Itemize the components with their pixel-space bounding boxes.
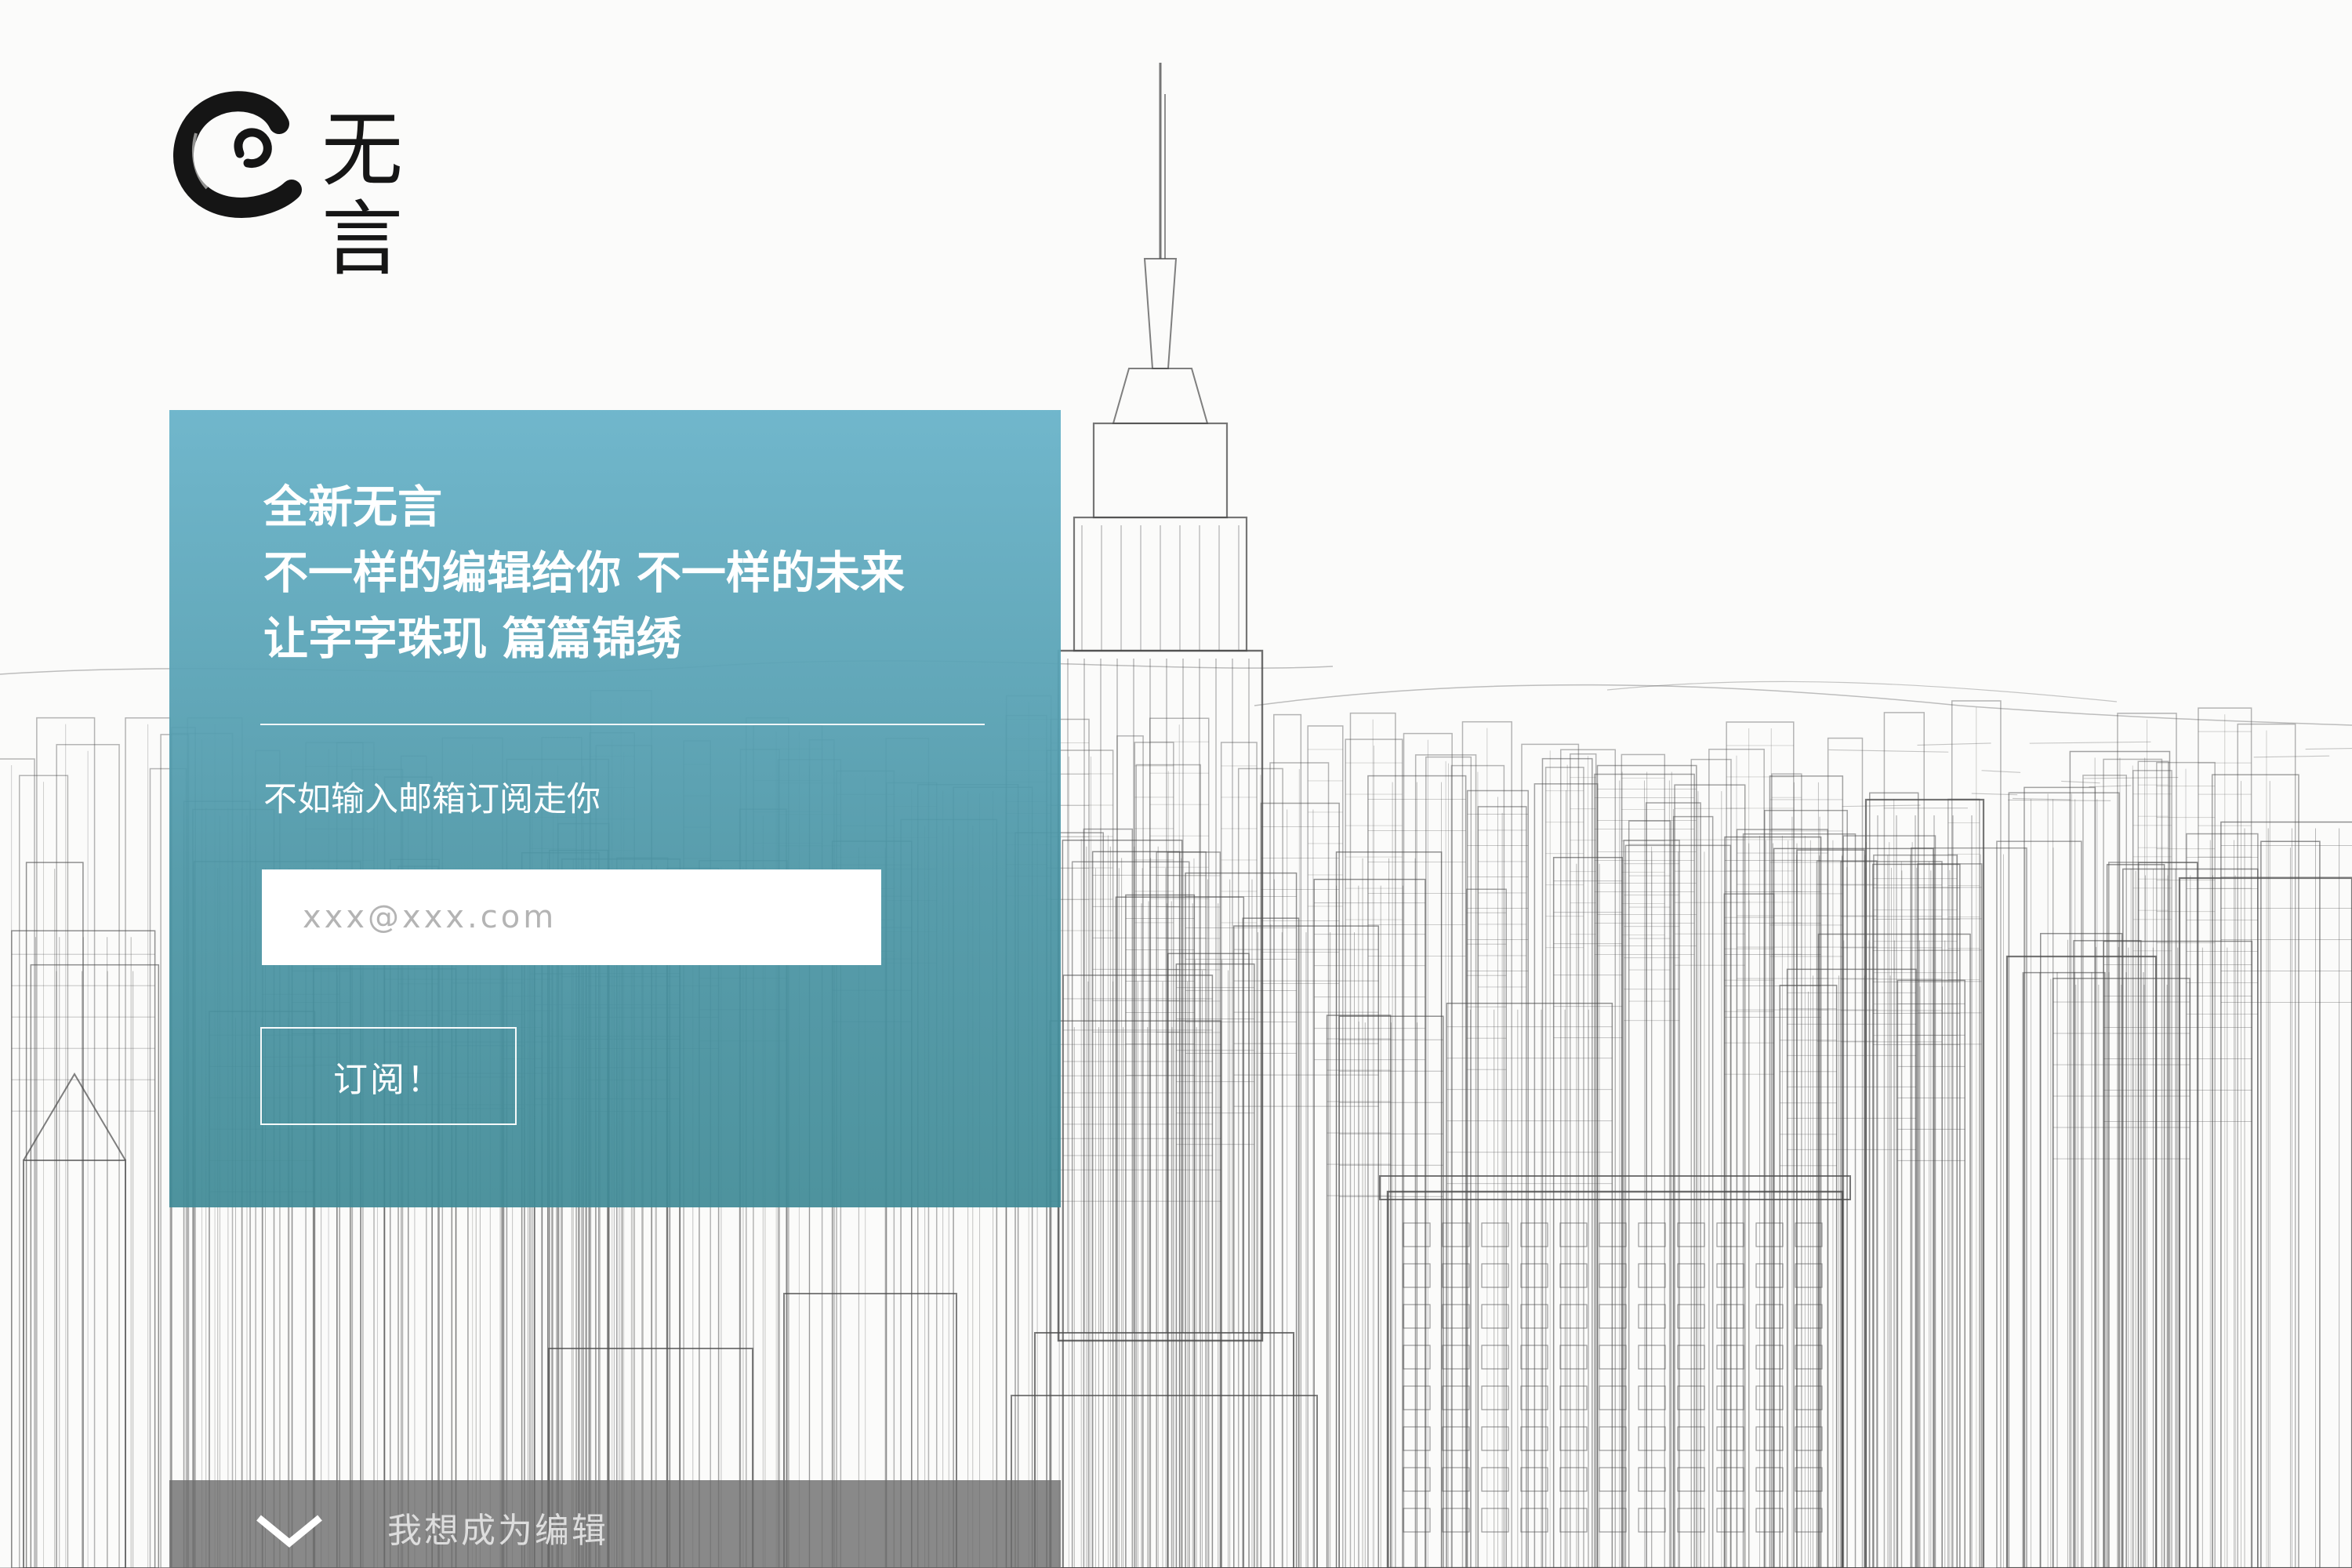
headline-line-3: 让字字珠玑 篇篇锦绣 xyxy=(263,613,681,665)
brand-name: 无言 xyxy=(321,102,418,288)
headline-line-2: 不一样的编辑给你 不一样的未来 xyxy=(263,547,905,599)
brand-logo[interactable]: 无言 xyxy=(165,78,510,285)
email-input[interactable] xyxy=(262,869,881,965)
subscribe-button[interactable]: 订阅！ xyxy=(260,1027,517,1125)
ink-swirl-icon xyxy=(173,91,302,218)
chevron-down-icon xyxy=(256,1515,322,1548)
subscribe-panel: 全新无言 不一样的编辑给你 不一样的未来 让字字珠玑 篇篇锦绣 不如输入邮箱订阅… xyxy=(169,410,1061,1207)
headline-line-1: 全新无言 xyxy=(263,481,442,533)
become-editor-link[interactable]: 我想成为编辑 xyxy=(387,1502,608,1552)
become-editor-bar[interactable]: 我想成为编辑 xyxy=(169,1480,1061,1568)
subscribe-prompt: 不如输入邮箱订阅走你 xyxy=(263,780,601,819)
headline: 全新无言 不一样的编辑给你 不一样的未来 让字字珠玑 篇篇锦绣 xyxy=(263,474,905,672)
divider-line xyxy=(260,724,985,725)
